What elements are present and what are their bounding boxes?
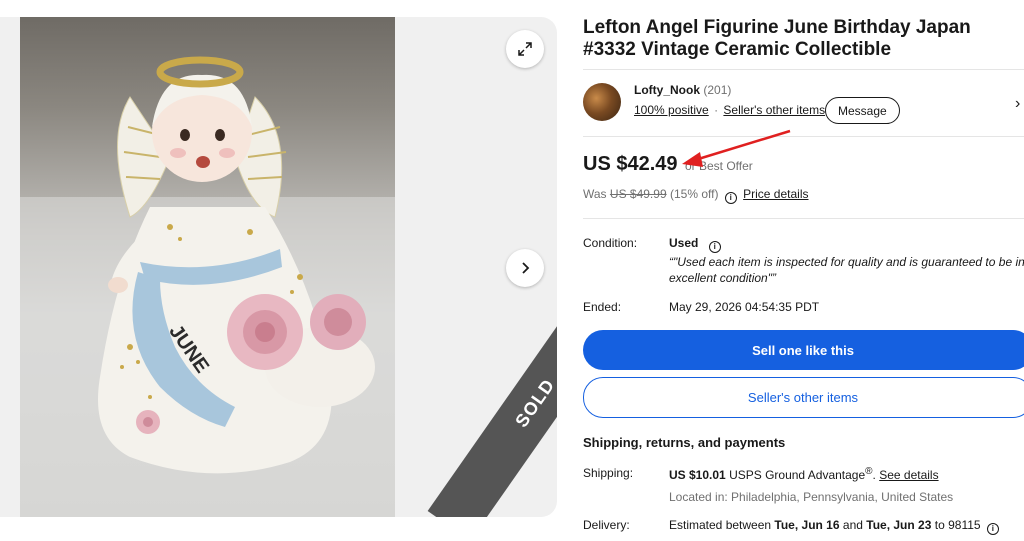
separator: · [714,103,719,117]
image-gallery: JUNE SOLD [0,17,557,517]
expand-image-button[interactable] [506,30,544,68]
seller-other-items-link[interactable]: Seller's other items [723,103,825,117]
delivery-prefix: Estimated between [669,518,772,532]
best-offer-label: or Best Offer [684,159,753,173]
message-button[interactable]: Message [825,97,900,124]
ended-value: May 29, 2026 04:54:35 PDT [669,300,820,314]
see-details-link[interactable]: See details [879,468,938,482]
trademark: ® [865,466,873,477]
info-icon[interactable]: i [724,191,737,204]
listing-title: Lefton Angel Figurine June Birthday Japa… [583,17,971,60]
info-icon[interactable]: i [986,522,999,535]
current-price: US $42.49 [583,153,678,175]
seller-links: 100% positive · Seller's other items · [634,103,836,117]
expand-icon [518,42,532,56]
delivery-start: Tue, Jun 16 [774,518,840,532]
condition-value: Used [669,236,699,250]
was-prefix: Was [583,187,607,201]
sell-one-like-this-button[interactable]: Sell one like this [583,330,1024,370]
sold-label: SOLD [510,374,557,431]
seller-name-row: Lofty_Nook (201) [634,83,731,97]
chevron-right-icon[interactable]: › [1015,95,1020,113]
chevron-right-icon [522,262,530,274]
shipping-section-title: Shipping, returns, and payments [583,435,786,450]
seller-other-items-button[interactable]: Seller's other items [583,377,1024,418]
shipping-service: USPS Ground Advantage [729,468,866,482]
discount: (15% off) [669,187,719,201]
was-price: US $49.99 [609,187,667,201]
next-image-button[interactable] [506,249,544,287]
divider [583,218,1024,219]
shipping-cost: US $10.01 [669,468,726,482]
product-photo[interactable]: JUNE [20,17,395,517]
delivery-label: Delivery: [583,518,630,532]
price-row: US $42.49 or Best Offer [583,153,753,176]
listing-details: Lefton Angel Figurine June Birthday Japa… [583,0,1024,541]
angel-figurine-illustration: JUNE [20,56,395,517]
divider [583,69,1024,70]
delivery-and: and [842,518,863,532]
seller-card: Lofty_Nook (201) 100% positive · Seller'… [583,83,1024,125]
positive-feedback-link[interactable]: 100% positive [634,103,709,117]
divider [583,136,1024,137]
delivery-end: Tue, Jun 23 [866,518,932,532]
delivery-zip: to 98115 [934,518,981,532]
condition-value-row: Used i [669,236,724,253]
delivery-value: Estimated between Tue, Jun 16 and Tue, J… [669,518,1002,535]
seller-feedback-count: (201) [703,83,732,97]
shipping-label: Shipping: [583,466,634,480]
shipping-value: US $10.01 USPS Ground Advantage®. See de… [669,466,939,482]
condition-description: “"Used each item is inspected for qualit… [669,255,1024,285]
price-details-link[interactable]: Price details [743,187,808,201]
sold-ribbon: SOLD [427,265,557,517]
info-icon[interactable]: i [708,240,721,253]
item-location: Located in: Philadelphia, Pennsylvania, … [669,490,954,504]
condition-label: Condition: [583,236,638,250]
ended-label: Ended: [583,300,622,314]
was-price-row: Was US $49.99 (15% off) i Price details [583,187,809,204]
seller-avatar[interactable] [583,83,621,121]
seller-name[interactable]: Lofty_Nook [634,83,700,97]
